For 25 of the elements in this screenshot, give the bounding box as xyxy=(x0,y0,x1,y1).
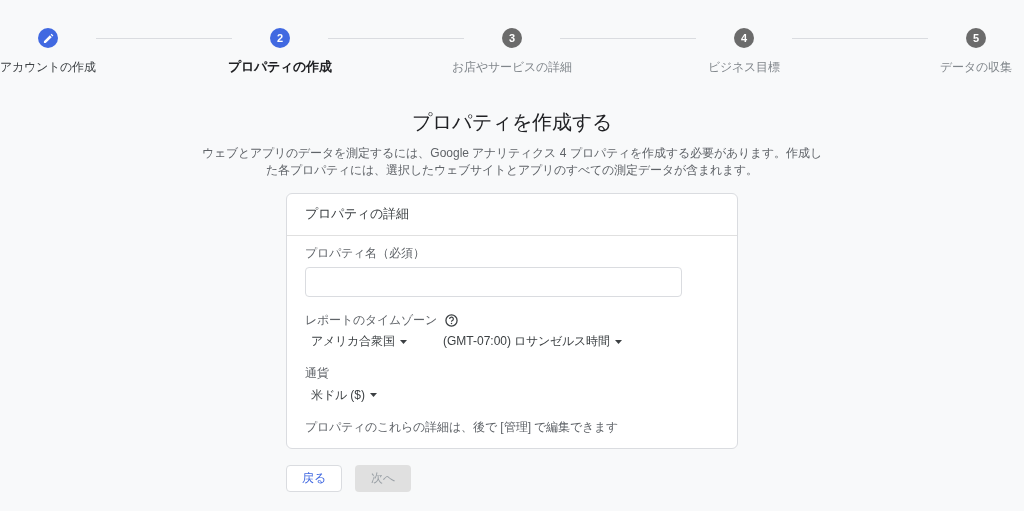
description: ウェブとアプリのデータを測定するには、Google アナリティクス 4 プロパティを作成する必要があります。作成した各プロパティには、選択したウェブサイトとアプリのすべての測定データが含まれます。 xyxy=(202,144,822,179)
dropdown[interactable]: 米ドル ($) xyxy=(305,387,383,404)
caret-icon xyxy=(400,340,407,345)
step-label: データの収集 xyxy=(940,59,1012,76)
step-label: プロパティの作成 xyxy=(228,58,332,76)
step-circle: 4 xyxy=(734,28,754,48)
step-circle: 2 xyxy=(270,28,290,48)
nav-button[interactable]: 戻る xyxy=(286,464,342,492)
step-label: お店やサービスの詳細 xyxy=(452,59,572,76)
card-title: プロパティの詳細 xyxy=(287,194,737,237)
field-label: 通貨 xyxy=(305,365,330,382)
step-circle: 3 xyxy=(502,28,522,48)
note-text: プロパティのこれらの詳細は、後で [管理] で編集できます xyxy=(305,420,620,436)
step-circle: 5 xyxy=(966,28,986,48)
step-label: ビジネス目標 xyxy=(708,59,780,76)
dropdown[interactable]: (GMT-07:00) ロサンゼルス時間 xyxy=(437,334,629,350)
field-label: プロパティ名（必須） xyxy=(305,246,426,262)
input-field[interactable] xyxy=(305,266,682,297)
caret-icon xyxy=(615,340,623,345)
page-title: プロパティを作成する xyxy=(411,109,613,135)
step-label: アカウントの作成 xyxy=(0,59,96,76)
caret-icon xyxy=(370,393,377,398)
field-label: レポートのタイムゾーン xyxy=(305,312,437,329)
help-icon[interactable] xyxy=(445,314,458,328)
dropdown[interactable]: アメリカ合衆国 xyxy=(305,334,413,350)
